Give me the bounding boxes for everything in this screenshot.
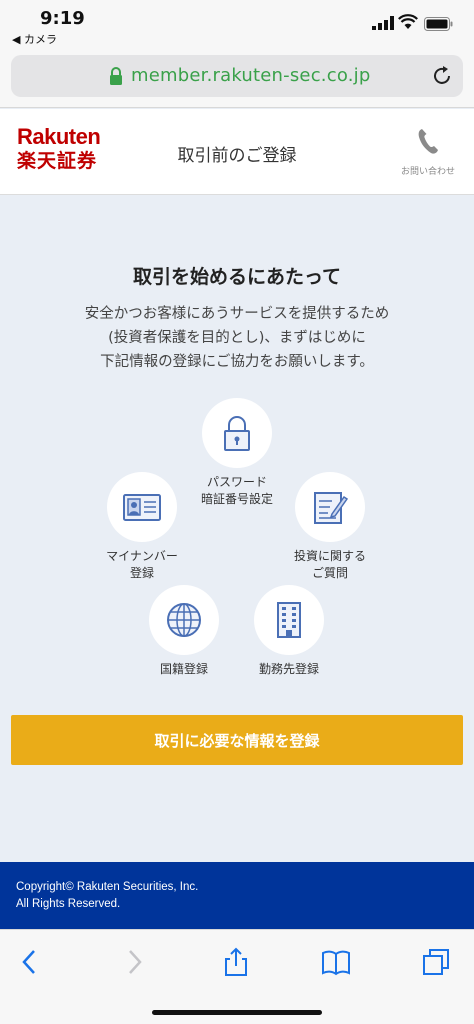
tabs-icon <box>423 949 449 975</box>
status-bar: 9:19 ◀ カメラ <box>0 0 474 50</box>
share-icon <box>225 947 247 976</box>
contact-button[interactable]: お問い合わせ <box>394 127 462 178</box>
globe-icon <box>167 603 201 637</box>
step-label-line: 国籍登録 <box>159 662 208 676</box>
wifi-icon <box>398 14 418 29</box>
register-info-button[interactable]: 取引に必要な情報を登録 <box>11 715 463 765</box>
step-label-line: ご質問 <box>311 566 348 580</box>
step-label-line: パスワード <box>206 475 267 489</box>
section-heading: 取引を始めるにあたって <box>132 266 342 288</box>
step-icon-circle <box>107 472 177 542</box>
step-icon-circle <box>202 398 272 468</box>
lock-icon <box>224 416 250 451</box>
step-label-line: 登録 <box>129 566 154 580</box>
step-my-number: マイナンバー 登録 <box>92 472 192 582</box>
battery-icon <box>424 17 453 31</box>
reload-icon[interactable] <box>431 65 453 87</box>
step-label-line: 暗証番号設定 <box>200 492 273 506</box>
description-line: 安全かつお客様にあうサービスを提供するため <box>84 306 390 322</box>
status-time: 9:19 <box>40 8 85 29</box>
step-employer: 勤務先登録 <box>239 585 339 678</box>
tabs-button[interactable] <box>418 944 454 980</box>
description-line: 下記情報の登録にご協力をお願いします。 <box>100 354 374 370</box>
phone-icon <box>418 129 438 154</box>
copyright-line: All Rights Reserved. <box>16 898 121 910</box>
cellular-signal-icon <box>372 16 394 30</box>
site-footer: Copyright© Rakuten Securities, Inc. All … <box>0 862 474 929</box>
book-icon <box>322 950 350 976</box>
step-icon-circle <box>295 472 365 542</box>
step-icon-circle <box>254 585 324 655</box>
step-icon-circle <box>149 585 219 655</box>
step-label-line: マイナンバー <box>106 549 178 563</box>
forward-button[interactable] <box>116 944 152 980</box>
home-indicator <box>152 1010 322 1015</box>
step-label: 投資に関する ご質問 <box>280 548 380 582</box>
share-button[interactable] <box>218 944 254 980</box>
back-to-camera-link[interactable]: ◀ カメラ <box>12 31 57 47</box>
step-label: 勤務先登録 <box>239 661 339 678</box>
url-text: member.rakuten-sec.co.jp <box>131 65 371 86</box>
step-label-line: 勤務先登録 <box>258 662 319 676</box>
chevron-right-icon <box>129 950 142 974</box>
section-description: 安全かつお客様にあうサービスを提供するため (投資者保護を目的とし)、まずはじめ… <box>0 302 474 374</box>
document-pen-icon <box>314 492 349 524</box>
copyright-line: Copyright© Rakuten Securities, Inc. <box>16 881 199 893</box>
step-label: マイナンバー 登録 <box>92 548 192 582</box>
step-label: 国籍登録 <box>134 661 234 678</box>
step-nationality: 国籍登録 <box>134 585 234 678</box>
step-label-line: 投資に関する <box>293 549 366 563</box>
back-button[interactable] <box>12 944 48 980</box>
browser-address-area: member.rakuten-sec.co.jp <box>0 50 474 108</box>
step-password: パスワード 暗証番号設定 <box>187 398 287 508</box>
site-header: Rakuten 楽天証券 取引前のご登録 お問い合わせ <box>0 109 474 195</box>
chevron-left-icon <box>22 950 35 974</box>
id-card-icon <box>123 494 161 521</box>
contact-label: お問い合わせ <box>400 167 455 177</box>
step-label: パスワード 暗証番号設定 <box>187 474 287 508</box>
bookmarks-button[interactable] <box>318 944 354 980</box>
building-icon <box>277 602 301 638</box>
step-investment-questions: 投資に関する ご質問 <box>280 472 380 582</box>
address-bar[interactable]: member.rakuten-sec.co.jp <box>11 55 463 97</box>
secure-lock-icon <box>110 67 122 85</box>
description-line: (投資者保護を目的とし)、まずはじめに <box>108 330 366 346</box>
